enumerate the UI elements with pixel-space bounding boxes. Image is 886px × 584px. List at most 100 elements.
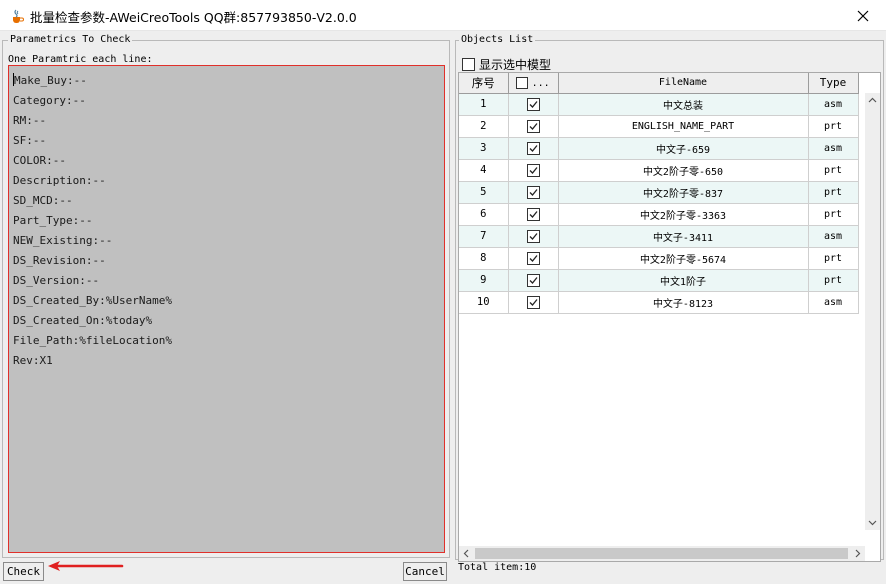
window-title: 批量检查参数-AWeiCreoTools QQ群:857793850-V2.0.… bbox=[30, 10, 357, 25]
check-button[interactable]: Check bbox=[3, 562, 44, 581]
table-row[interactable]: 4 中文2阶子零-650 prt bbox=[459, 159, 859, 182]
row-select-cell bbox=[508, 159, 559, 182]
row-checkbox[interactable] bbox=[526, 295, 540, 309]
row-filename: 中文2阶子零-650 bbox=[558, 159, 809, 182]
row-select-cell bbox=[508, 181, 559, 204]
show-selected-label: 显示选中模型 bbox=[479, 57, 552, 72]
close-button[interactable] bbox=[840, 0, 886, 31]
title-bar: 批量检查参数-AWeiCreoTools QQ群:857793850-V2.0.… bbox=[0, 0, 886, 31]
objects-group-title: Objects List bbox=[459, 34, 536, 46]
row-select-cell bbox=[508, 225, 559, 248]
param-line: DS_Created_On:%today% bbox=[13, 314, 153, 327]
checkmark-icon bbox=[529, 166, 538, 174]
total-items-label: Total item:10 bbox=[458, 562, 537, 573]
param-textarea[interactable]: Make_Buy:-- Category:-- RM:-- SF:-- COLO… bbox=[8, 65, 445, 553]
checkmark-icon bbox=[529, 210, 538, 218]
row-index: 4 bbox=[459, 159, 509, 182]
param-line: Description:-- bbox=[13, 174, 106, 187]
java-cup-icon bbox=[13, 9, 24, 23]
vertical-scrollbar[interactable] bbox=[865, 93, 880, 530]
col-header-select-label: ... bbox=[531, 77, 550, 89]
row-index: 5 bbox=[459, 181, 509, 204]
select-all-checkbox[interactable] bbox=[516, 76, 529, 89]
scroll-right-icon[interactable] bbox=[850, 546, 865, 561]
checkmark-icon bbox=[529, 100, 538, 108]
param-line: DS_Version:-- bbox=[13, 274, 100, 287]
row-filename: 中文2阶子零-837 bbox=[558, 181, 809, 204]
row-index: 9 bbox=[459, 269, 509, 292]
row-filename: 中文总装 bbox=[558, 93, 809, 116]
row-select-cell bbox=[508, 269, 559, 292]
row-select-cell bbox=[508, 291, 559, 314]
row-type: asm bbox=[808, 137, 859, 160]
scroll-left-icon[interactable] bbox=[459, 546, 474, 561]
objects-panel: Objects List 显示选中模型 序号 ... FileName Type… bbox=[455, 34, 886, 584]
row-select-cell bbox=[508, 203, 559, 226]
param-line: DS_Revision:-- bbox=[13, 254, 106, 267]
table-row[interactable]: 2 ENGLISH_NAME_PART prt bbox=[459, 115, 859, 138]
table-row[interactable]: 8 中文2阶子零-5674 prt bbox=[459, 247, 859, 270]
row-select-cell bbox=[508, 115, 559, 138]
param-line: Rev:X1 bbox=[13, 354, 53, 367]
table-row[interactable]: 10 中文子-8123 asm bbox=[459, 291, 859, 314]
row-type: prt bbox=[808, 203, 859, 226]
checkmark-icon bbox=[529, 122, 538, 130]
scroll-down-icon[interactable] bbox=[865, 515, 880, 530]
horizontal-scrollbar[interactable] bbox=[459, 546, 865, 561]
row-filename: ENGLISH_NAME_PART bbox=[558, 115, 809, 138]
row-checkbox[interactable] bbox=[526, 97, 540, 111]
table-row[interactable]: 6 中文2阶子零-3363 prt bbox=[459, 203, 859, 226]
row-checkbox[interactable] bbox=[526, 251, 540, 265]
horizontal-scroll-thumb[interactable] bbox=[475, 548, 848, 559]
show-selected-checkbox[interactable] bbox=[462, 57, 475, 71]
row-checkbox[interactable] bbox=[526, 207, 540, 221]
scroll-up-icon[interactable] bbox=[865, 93, 880, 108]
param-line: Part_Type:-- bbox=[13, 214, 93, 227]
row-filename: 中文2阶子零-3363 bbox=[558, 203, 809, 226]
row-checkbox[interactable] bbox=[526, 141, 540, 155]
row-filename: 中文子-3411 bbox=[558, 225, 809, 248]
cancel-button[interactable]: Cancel bbox=[403, 562, 447, 581]
col-header-filename[interactable]: FileName bbox=[558, 73, 809, 94]
objects-table-grid: 序号 ... FileName Type 1 中文总装 asm 2 ENGLISH_NA… bbox=[459, 73, 859, 314]
row-type: asm bbox=[808, 93, 859, 116]
row-type: asm bbox=[808, 225, 859, 248]
table-row[interactable]: 7 中文子-3411 asm bbox=[459, 225, 859, 248]
table-row[interactable]: 5 中文2阶子零-837 prt bbox=[459, 181, 859, 204]
col-header-select[interactable]: ... bbox=[508, 73, 559, 94]
checkmark-icon bbox=[529, 144, 538, 152]
table-row[interactable]: 1 中文总装 asm bbox=[459, 93, 859, 116]
show-selected-toggle[interactable]: 显示选中模型 bbox=[462, 56, 551, 72]
row-select-cell bbox=[508, 137, 559, 160]
row-index: 1 bbox=[459, 93, 509, 116]
col-header-type[interactable]: Type bbox=[808, 73, 859, 94]
parametrics-group-title: Parametrics To Check bbox=[8, 34, 133, 46]
row-checkbox[interactable] bbox=[526, 163, 540, 177]
table-header-row: 序号 ... FileName Type bbox=[459, 73, 859, 94]
checkmark-icon bbox=[529, 254, 538, 262]
table-row[interactable]: 9 中文1阶子 prt bbox=[459, 269, 859, 292]
checkmark-icon bbox=[529, 298, 538, 306]
checkmark-icon bbox=[529, 232, 538, 240]
col-header-index[interactable]: 序号 bbox=[459, 73, 509, 94]
row-checkbox[interactable] bbox=[526, 185, 540, 199]
row-type: asm bbox=[808, 291, 859, 314]
row-index: 2 bbox=[459, 115, 509, 138]
param-line: DS_Created_By:%UserName% bbox=[13, 294, 172, 307]
row-checkbox[interactable] bbox=[526, 273, 540, 287]
row-checkbox[interactable] bbox=[526, 119, 540, 133]
row-filename: 中文子-8123 bbox=[558, 291, 809, 314]
param-line: Make_Buy:-- bbox=[13, 73, 87, 87]
close-icon bbox=[857, 10, 869, 21]
row-filename: 中文2阶子零-5674 bbox=[558, 247, 809, 270]
row-index: 10 bbox=[459, 291, 509, 314]
row-type: prt bbox=[808, 247, 859, 270]
row-type: prt bbox=[808, 181, 859, 204]
row-checkbox[interactable] bbox=[526, 229, 540, 243]
table-row[interactable]: 3 中文子-659 asm bbox=[459, 137, 859, 160]
row-index: 8 bbox=[459, 247, 509, 270]
row-select-cell bbox=[508, 247, 559, 270]
row-select-cell bbox=[508, 93, 559, 116]
red-arrow-annotation bbox=[48, 561, 124, 571]
window-body: Parametrics To Check One Paramtric each … bbox=[0, 31, 886, 584]
